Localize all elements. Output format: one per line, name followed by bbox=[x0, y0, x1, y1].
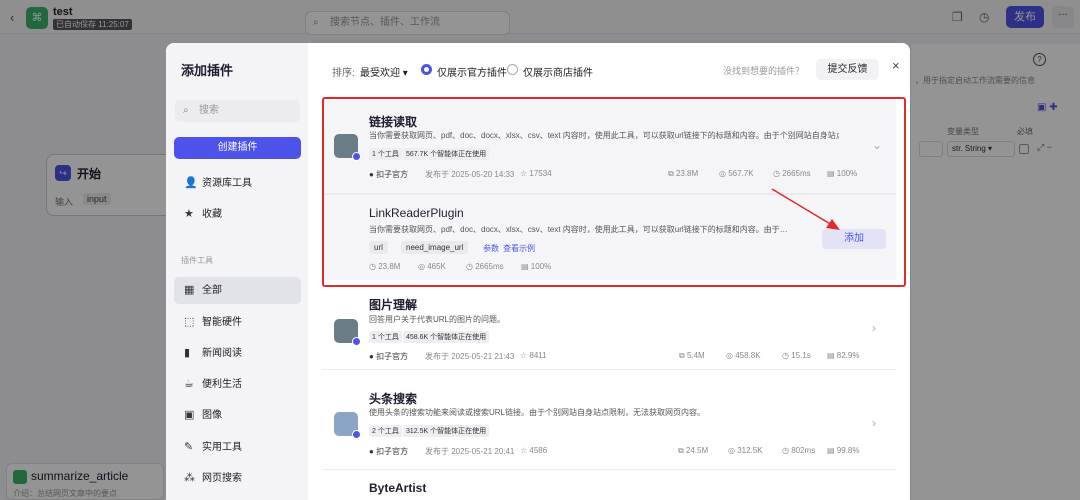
annotation-arrow bbox=[771, 188, 840, 230]
